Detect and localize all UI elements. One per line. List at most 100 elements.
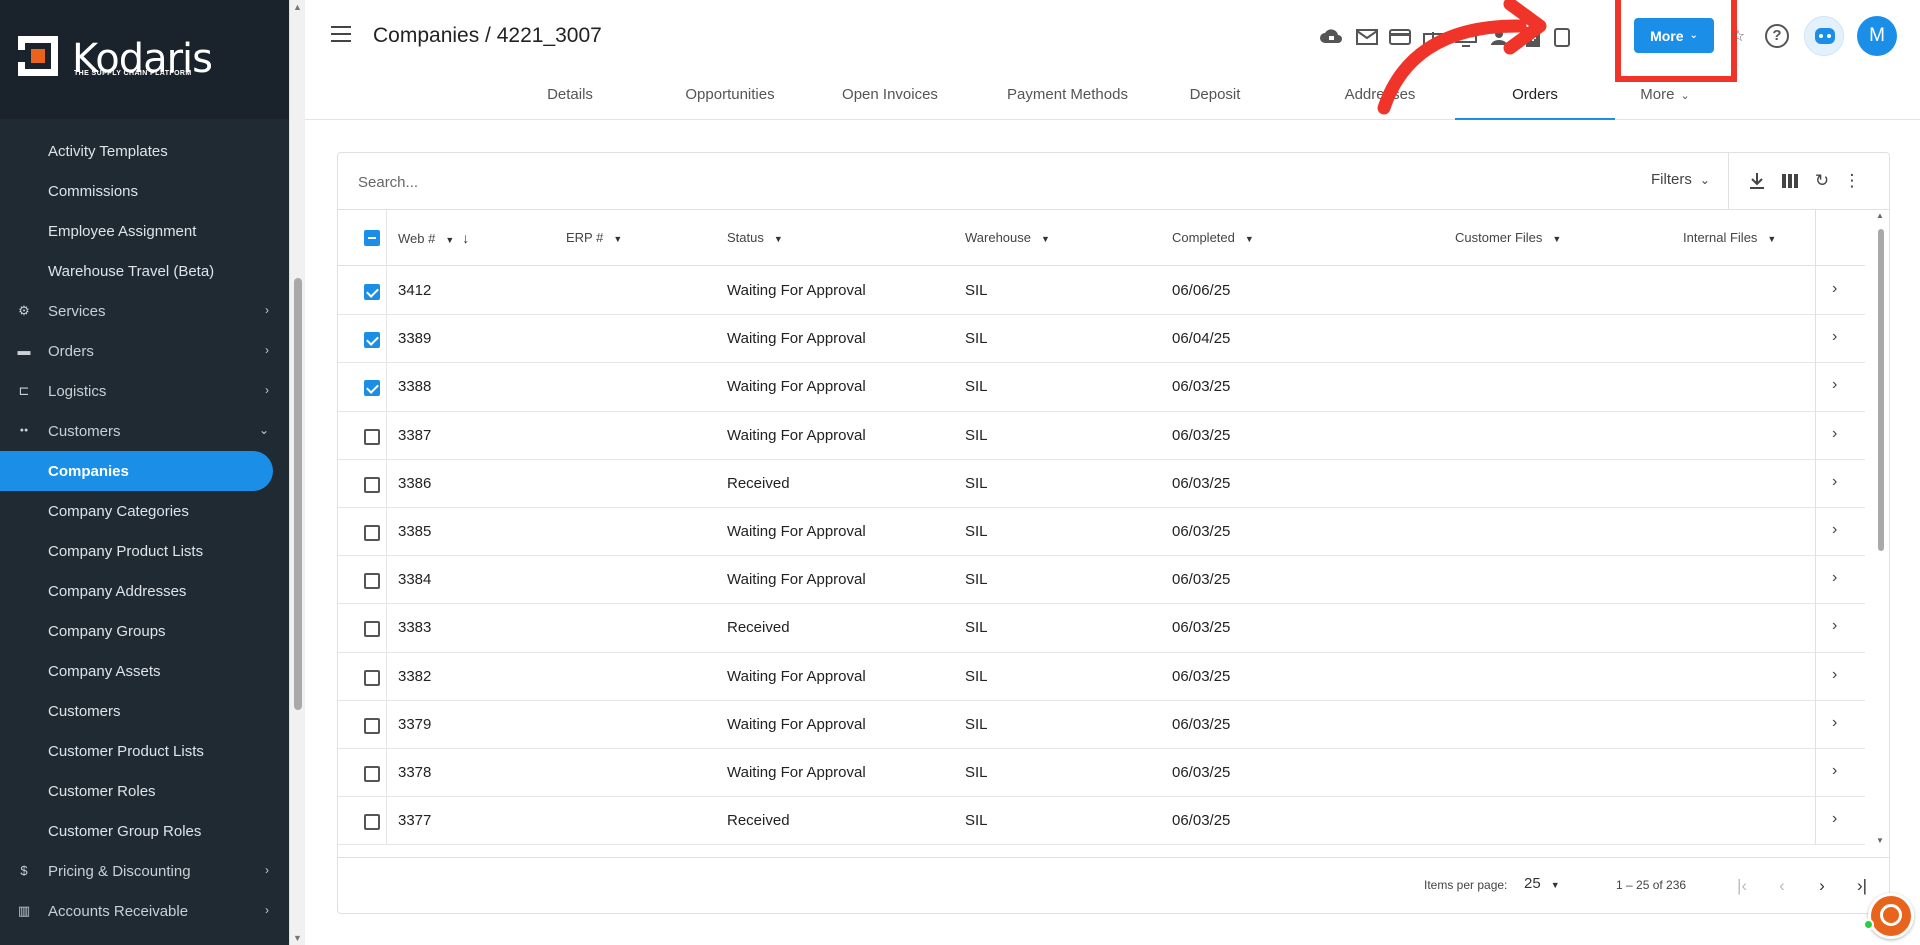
sidebar-item-company-addresses[interactable]: Company Addresses — [0, 571, 289, 611]
table-row[interactable]: 3389 Waiting For Approval SIL 06/04/25 › — [338, 315, 1865, 364]
sidebar-item-orders[interactable]: ▬ Orders › — [0, 331, 289, 371]
sort-caret-icon[interactable]: ▼ — [1767, 234, 1776, 244]
sidebar-item-company-assets[interactable]: Company Assets — [0, 651, 289, 691]
sidebar-item-company-categories[interactable]: Company Categories — [0, 491, 289, 531]
row-checkbox[interactable] — [364, 717, 380, 734]
sidebar-item-company-groups[interactable]: Company Groups — [0, 611, 289, 651]
tab-more[interactable]: More ⌄ — [1610, 78, 1720, 120]
column-header-web[interactable]: Web # ▼ ↓ — [398, 230, 469, 246]
refresh-icon[interactable]: ↻ — [1811, 170, 1833, 192]
sort-arrow-down-icon[interactable]: ↓ — [462, 230, 469, 246]
more-vertical-icon[interactable]: ⋮ — [1841, 170, 1863, 192]
brand-logo[interactable]: Kodaris THE SUPPLY CHAIN PLATFORM — [0, 0, 289, 119]
sidebar-item-companies[interactable]: Companies — [0, 451, 273, 491]
chevron-right-icon[interactable]: › — [1832, 376, 1837, 394]
scroll-up-icon[interactable]: ▲ — [293, 2, 302, 12]
chevron-right-icon[interactable]: › — [1832, 810, 1837, 828]
items-per-page-select[interactable]: 25 ▼ — [1524, 875, 1560, 892]
sidebar-item-customers[interactable]: Customers — [0, 691, 289, 731]
sidebar-item-customer-group-roles[interactable]: Customer Group Roles — [0, 811, 289, 851]
table-row[interactable]: 3385 Waiting For Approval SIL 06/03/25 › — [338, 508, 1865, 557]
cloud-lock-icon[interactable] — [1318, 24, 1344, 50]
table-row[interactable]: 3386 Received SIL 06/03/25 › — [338, 460, 1865, 508]
row-checkbox[interactable] — [364, 669, 380, 686]
star-icon[interactable]: ☆ — [1725, 24, 1751, 50]
row-checkbox[interactable] — [364, 380, 380, 397]
sidebar-item-customer-product-lists[interactable]: Customer Product Lists — [0, 731, 289, 771]
sidebar-scroll-thumb[interactable] — [294, 278, 302, 710]
column-header-completed[interactable]: Completed ▼ — [1172, 230, 1254, 245]
sort-caret-icon[interactable]: ▼ — [1041, 234, 1050, 244]
sidebar-item-pricing-discounting[interactable]: $ Pricing & Discounting › — [0, 851, 289, 891]
chevron-right-icon[interactable]: › — [1832, 328, 1837, 346]
chevron-right-icon[interactable]: › — [1832, 280, 1837, 298]
sidebar-item-company-product-lists[interactable]: Company Product Lists — [0, 531, 289, 571]
column-header-internal-files[interactable]: Internal Files ▼ — [1683, 230, 1776, 245]
tab-addresses[interactable]: Addresses — [1300, 78, 1460, 120]
chevron-right-icon[interactable]: › — [1832, 521, 1837, 539]
file-add-icon[interactable] — [1519, 24, 1545, 50]
tab-orders[interactable]: Orders — [1455, 78, 1615, 120]
table-row[interactable]: 3388 Waiting For Approval SIL 06/03/25 › — [338, 363, 1865, 412]
table-row[interactable]: 3377 Received SIL 06/03/25 › — [338, 797, 1865, 845]
chevron-right-icon[interactable]: › — [1832, 666, 1837, 684]
chevron-right-icon[interactable]: › — [1832, 617, 1837, 635]
clipboard-icon[interactable] — [1549, 24, 1575, 50]
sidebar-item-warehouse-travel-beta[interactable]: Warehouse Travel (Beta) — [0, 251, 289, 291]
table-row[interactable]: 3379 Waiting For Approval SIL 06/03/25 › — [338, 701, 1865, 749]
sidebar-item-commissions[interactable]: Commissions — [0, 171, 289, 211]
row-checkbox[interactable] — [364, 476, 380, 493]
tab-opportunities[interactable]: Opportunities — [650, 78, 810, 120]
gift-icon[interactable] — [1420, 24, 1446, 50]
tab-payment-methods[interactable]: Payment Methods — [980, 78, 1155, 120]
sidebar-item-employee-assignment[interactable]: Employee Assignment — [0, 211, 289, 251]
sidebar-item-logistics[interactable]: ⊏ Logistics › — [0, 371, 289, 411]
table-row[interactable]: 3384 Waiting For Approval SIL 06/03/25 › — [338, 556, 1865, 605]
row-checkbox[interactable] — [364, 332, 380, 349]
sidebar-item-activity-templates[interactable]: Activity Templates — [0, 131, 289, 171]
monitor-icon[interactable] — [1453, 24, 1479, 50]
chevron-right-icon[interactable]: › — [1832, 762, 1837, 780]
sort-caret-icon[interactable]: ▼ — [445, 235, 454, 245]
sidebar-item-customers[interactable]: ●● Customers ⌄ — [0, 411, 289, 451]
sidebar-item-services[interactable]: ⚙ Services › — [0, 291, 289, 331]
chevron-right-icon[interactable]: › — [1832, 569, 1837, 587]
last-page-icon[interactable]: ›| — [1848, 872, 1876, 900]
download-icon[interactable] — [1746, 170, 1768, 192]
chevron-right-icon[interactable]: › — [1832, 425, 1837, 443]
table-row[interactable]: 3383 Received SIL 06/03/25 › — [338, 604, 1865, 653]
column-header-erp[interactable]: ERP # ▼ — [566, 230, 622, 245]
avatar[interactable]: M — [1857, 16, 1897, 56]
sort-caret-icon[interactable]: ▼ — [1245, 234, 1254, 244]
row-checkbox[interactable] — [364, 284, 380, 300]
next-page-icon[interactable]: › — [1808, 872, 1836, 900]
assistant-bot-icon[interactable] — [1804, 16, 1844, 56]
user-icon[interactable] — [1486, 24, 1512, 50]
column-header-customer-files[interactable]: Customer Files ▼ — [1455, 230, 1561, 245]
first-page-icon[interactable]: |‹ — [1728, 872, 1756, 900]
chevron-right-icon[interactable]: › — [1832, 473, 1837, 491]
menu-icon[interactable] — [331, 26, 351, 42]
row-checkbox[interactable] — [364, 573, 380, 590]
scroll-up-icon[interactable]: ▲ — [1876, 211, 1884, 220]
scroll-down-icon[interactable]: ▼ — [1876, 836, 1884, 845]
mail-icon[interactable] — [1354, 24, 1380, 50]
columns-icon[interactable] — [1779, 170, 1801, 192]
table-row[interactable]: 3382 Waiting For Approval SIL 06/03/25 › — [338, 653, 1865, 701]
table-scroll-thumb[interactable] — [1878, 229, 1884, 551]
sidebar-scrollbar[interactable]: ▲ ▼ — [289, 0, 305, 945]
sidebar-item-customer-roles[interactable]: Customer Roles — [0, 771, 289, 811]
row-checkbox[interactable] — [364, 428, 380, 445]
help-icon[interactable]: ? — [1765, 24, 1789, 48]
row-checkbox[interactable] — [364, 765, 380, 782]
search-input[interactable] — [358, 169, 958, 195]
tab-open-invoices[interactable]: Open Invoices — [810, 78, 970, 120]
tab-deposit[interactable]: Deposit — [1150, 78, 1280, 120]
sort-caret-icon[interactable]: ▼ — [613, 234, 622, 244]
filters-button[interactable]: Filters ⌄ — [1651, 171, 1710, 188]
table-row[interactable]: 3387 Waiting For Approval SIL 06/03/25 › — [338, 412, 1865, 460]
row-checkbox[interactable] — [364, 814, 380, 831]
chat-support-icon[interactable] — [1868, 893, 1914, 939]
column-header-warehouse[interactable]: Warehouse ▼ — [965, 230, 1050, 245]
column-header-status[interactable]: Status ▼ — [727, 230, 783, 245]
